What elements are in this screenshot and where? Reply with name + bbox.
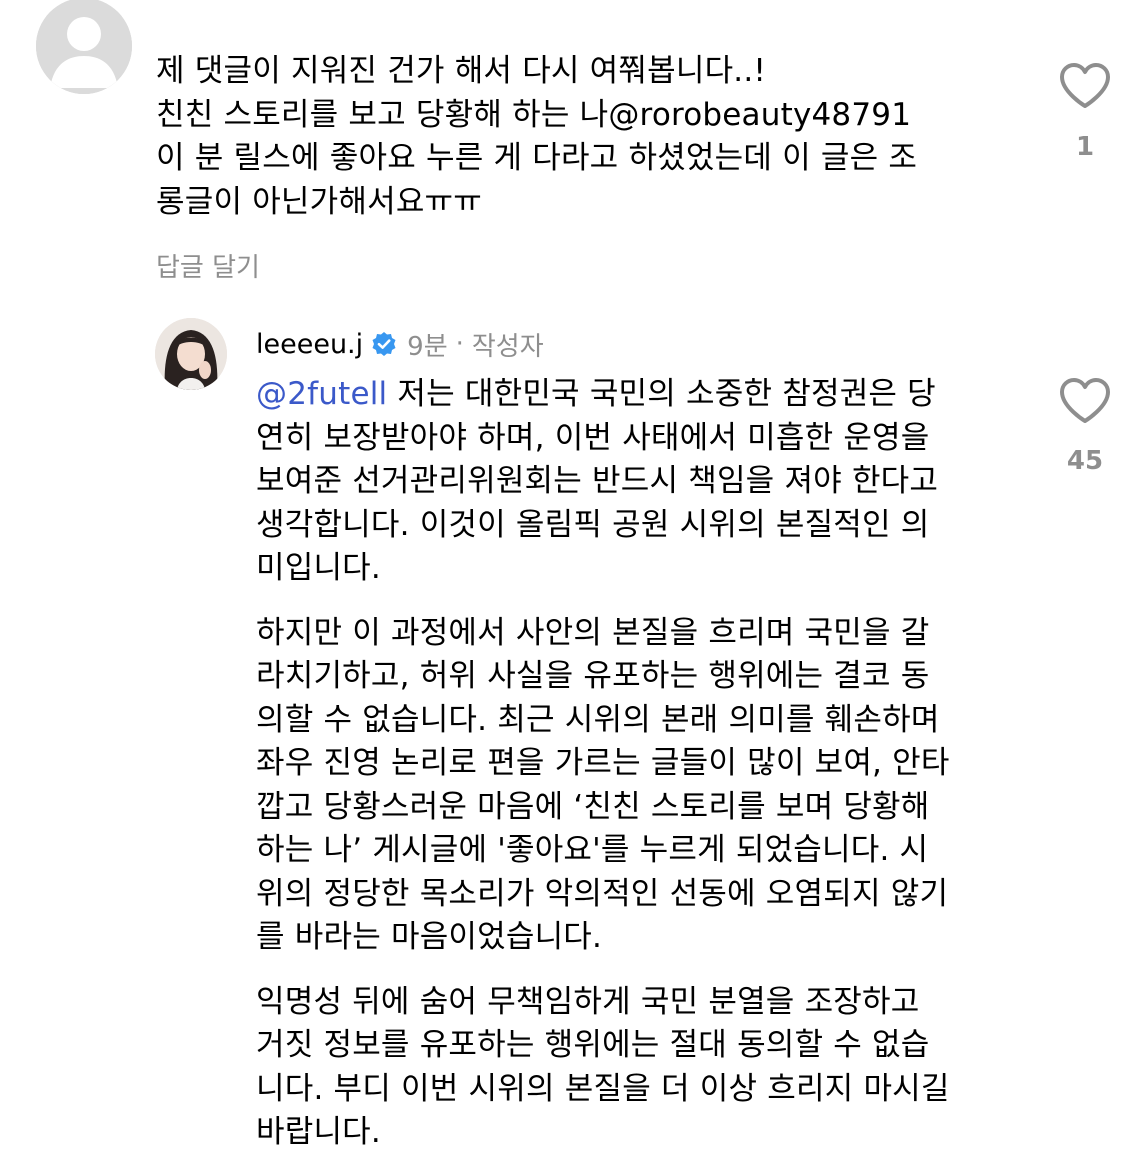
reply-line: 보여준 선거관리위원회는 반드시 책임을 져야 한다고 xyxy=(256,463,939,499)
author-label: 작성자 xyxy=(471,331,544,362)
heart-svg xyxy=(1060,378,1110,423)
comment-line: 이 분 릴스에 좋아요 누른 게 다라고 하셨었는데 이 글은 조 xyxy=(156,140,918,176)
reply-line: 거짓 정보를 유포하는 행위에는 절대 동의할 수 없습 xyxy=(256,1027,930,1063)
reply-line: 하지만 이 과정에서 사안의 본질을 흐리며 국민을 갈 xyxy=(256,614,930,651)
reply-paragraph: 익명성 뒤에 숨어 무책임하게 국민 분열을 조장하고 거짓 정보를 유포하는 … xyxy=(256,981,950,1155)
heart-outline-icon[interactable] xyxy=(1058,377,1112,425)
heart-outline-icon[interactable] xyxy=(1058,62,1112,110)
reply-line: 니다. 부디 이번 시위의 본질을 더 이상 흐리지 마시길 xyxy=(256,1070,950,1107)
username-link[interactable]: leeeeu.j xyxy=(256,329,363,360)
mention-link[interactable]: @2futell xyxy=(256,376,387,412)
reply-line: 저는 대한민국 국민의 소중한 참정권은 당 xyxy=(387,376,936,412)
reply-line: 미입니다. xyxy=(256,550,381,586)
meta-separator: · xyxy=(455,329,464,359)
verified-badge-svg xyxy=(372,332,396,356)
profile-photo[interactable] xyxy=(155,318,227,390)
reply-line: 좌우 진영 논리로 편을 가르는 글들이 많이 보여, 안타 xyxy=(256,745,950,781)
reply-line: 생각합니다. 이것이 올림픽 공원 시위의 본질적인 의 xyxy=(256,506,930,543)
comment-line: 제 댓글이 지워진 건가 해서 다시 여쭤봅니다..! xyxy=(156,53,767,89)
reply-line: 위의 정당한 목소리가 악의적인 선동에 오염되지 않기 xyxy=(256,875,949,912)
profile-photo-svg xyxy=(155,318,227,390)
reply-line: 하는 나’ 게시글에 '좋아요'를 누르게 되었습니다. 시 xyxy=(256,832,929,868)
default-avatar-svg xyxy=(36,0,132,94)
like-count: 1 xyxy=(1075,132,1095,162)
heart-svg xyxy=(1060,63,1110,108)
reply-line: 를 바라는 마음이었습니다. xyxy=(256,919,603,955)
reply-line: 라치기하고, 허위 사실을 유포하는 행위에는 결코 동 xyxy=(256,658,930,694)
reply-button[interactable]: 답글 달기 xyxy=(156,247,260,284)
reply-paragraph: 하지만 이 과정에서 사안의 본질을 흐리며 국민을 갈 라치기하고, 허위 사… xyxy=(256,612,950,960)
comment-text: 제 댓글이 지워진 건가 해서 다시 여쭤봅니다..! 친친 스토리를 보고 당… xyxy=(156,50,917,224)
comment-line: 롱글이 아닌가해서요ㅠㅠ xyxy=(156,183,482,220)
verified-badge-icon xyxy=(371,331,397,357)
like-count: 45 xyxy=(1066,446,1104,476)
reply-line: 깝고 당황스러운 마음에 ‘친친 스토리를 보며 당황해 xyxy=(256,788,930,825)
comment-line: 친친 스토리를 보고 당황해 하는 나@rorobeauty48791 xyxy=(156,96,912,133)
reply-line: 익명성 뒤에 숨어 무책임하게 국민 분열을 조장하고 xyxy=(256,983,920,1020)
comment-time: 9분 xyxy=(407,331,448,362)
comment-meta: leeeeu.j 9분 · 작성자 xyxy=(256,322,544,366)
default-avatar-icon[interactable] xyxy=(36,0,132,94)
reply-line: 연히 보장받아야 하며, 이번 사태에서 미흡한 운영을 xyxy=(256,419,930,456)
reply-line: 의할 수 없습니다. 최근 시위의 본래 의미를 훼손하며 xyxy=(256,701,940,738)
reply-text: @2futell 저는 대한민국 국민의 소중한 참정권은 당 연히 보장받아야… xyxy=(256,373,950,1155)
reply-line: 바랍니다. xyxy=(256,1114,381,1150)
